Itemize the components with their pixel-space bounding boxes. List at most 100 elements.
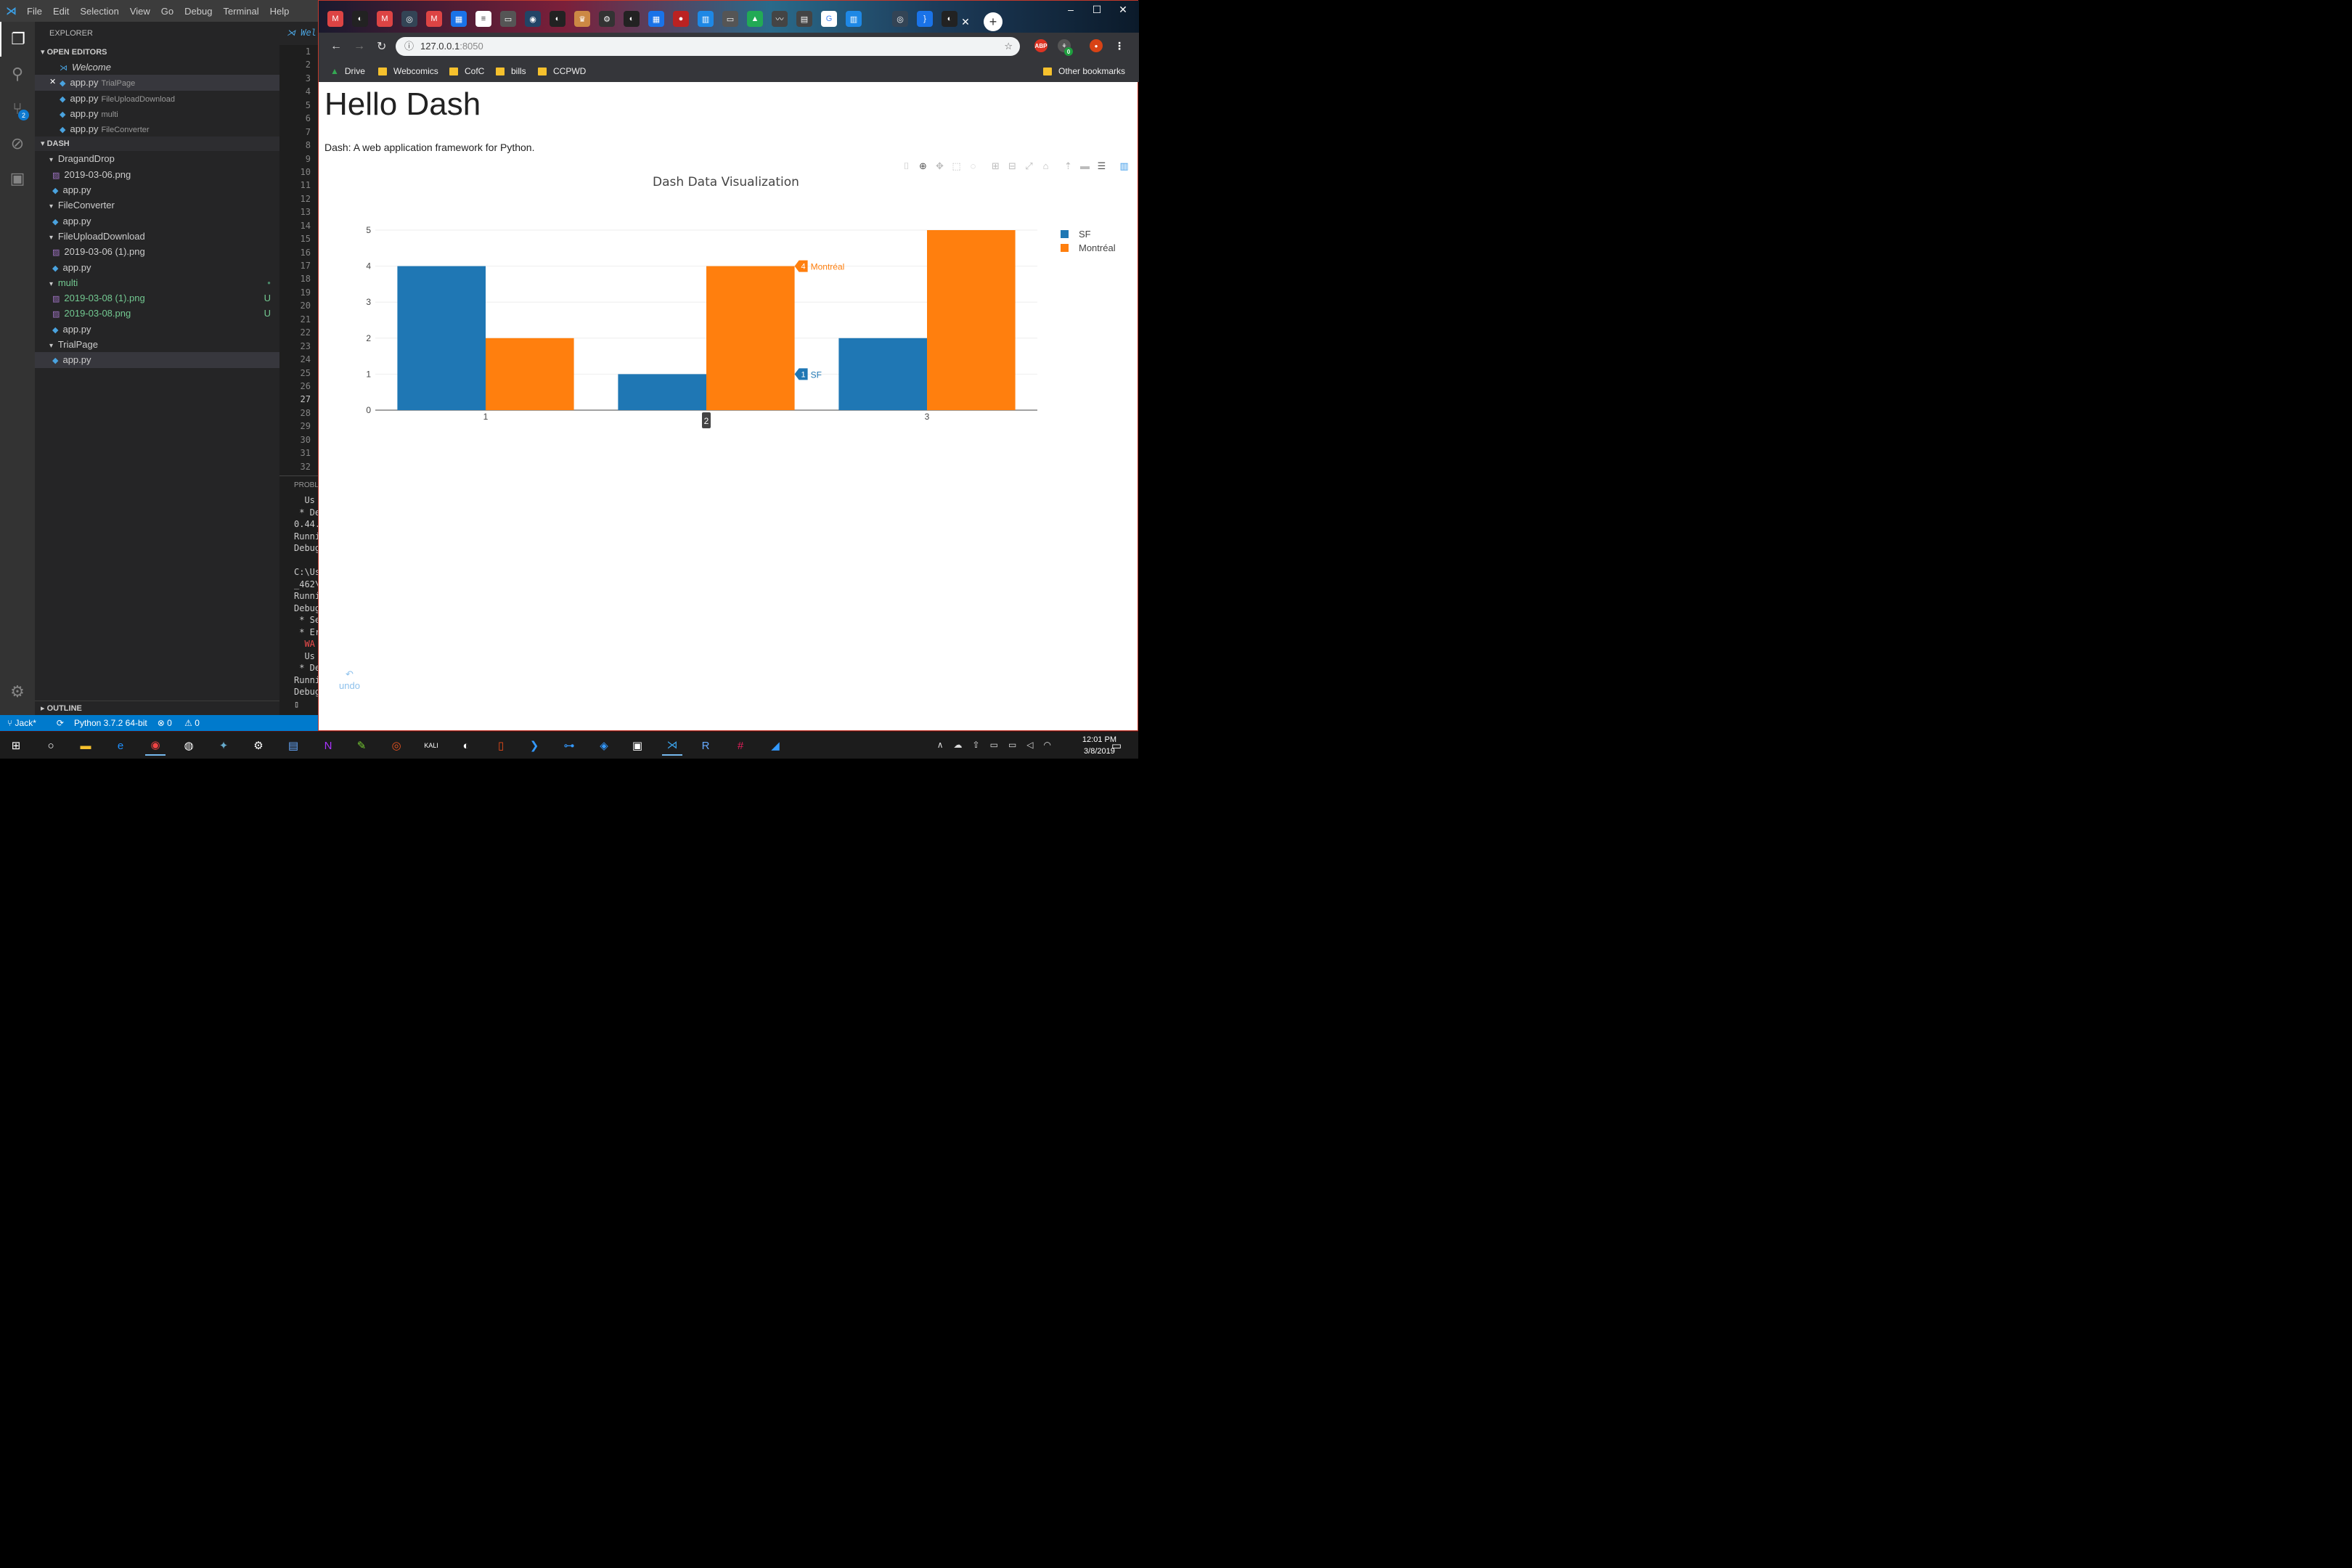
chrome-menu-icon[interactable]: ⋮: [1113, 39, 1126, 52]
vscode-taskbar-icon[interactable]: ⋊: [662, 735, 682, 756]
maximize-icon[interactable]: ☐: [1082, 4, 1111, 16]
profile-avatar[interactable]: ●: [1090, 39, 1103, 52]
explorer-icon[interactable]: ❐: [0, 22, 35, 57]
close-editor-icon[interactable]: ✕: [49, 75, 56, 90]
tray-chevron-icon[interactable]: ∧: [937, 740, 944, 750]
python-interpreter-status[interactable]: Python 3.7.2 64-bit: [74, 718, 147, 728]
open-editor-item[interactable]: ✕ ◆ app.py TrialPage: [35, 75, 279, 91]
cloud-upload-icon[interactable]: ⇧: [973, 740, 980, 750]
sync-icon[interactable]: ⟳: [57, 718, 64, 728]
tree-file[interactable]: ▨ 2019-03-06 (1).png: [35, 244, 279, 259]
github-tab-icon[interactable]: ◐: [942, 11, 957, 27]
undo-button[interactable]: ↶ undo: [339, 669, 360, 691]
app-tab-icon[interactable]: ♛: [574, 11, 590, 27]
open-editor-item[interactable]: ◆ app.py FileUploadDownload: [35, 91, 279, 106]
github-tab-icon[interactable]: ◐: [624, 11, 640, 27]
app-tab-icon[interactable]: ▦: [648, 11, 664, 27]
tree-file[interactable]: ◆ app.py: [35, 352, 279, 368]
menu-go[interactable]: Go: [161, 6, 173, 17]
extensions-icon[interactable]: ▣: [0, 161, 35, 196]
settings-gear-icon[interactable]: ⚙: [0, 674, 35, 709]
app-tab-icon[interactable]: ▦: [451, 11, 467, 27]
bookmark-cofc[interactable]: CofC: [449, 60, 484, 82]
other-bookmarks[interactable]: Other bookmarks: [1043, 60, 1125, 82]
settings-taskbar-icon[interactable]: ⚙: [248, 735, 269, 756]
app-taskbar-icon[interactable]: ✦: [213, 735, 234, 756]
windows-start-icon[interactable]: ⊞: [6, 735, 26, 756]
doc-tab-icon[interactable]: ≡: [475, 11, 491, 27]
drive-tab-icon[interactable]: ▲: [747, 11, 763, 27]
tree-file[interactable]: ▨ 2019-03-06.png: [35, 167, 279, 182]
web-tab-icon[interactable]: ◎: [401, 11, 417, 27]
tree-folder[interactable]: ▾ DragandDrop: [35, 151, 279, 166]
wifi-icon[interactable]: ◠: [1044, 740, 1051, 750]
chart-tab-icon[interactable]: ▥: [846, 11, 862, 27]
terminal-panel[interactable]: PROBL Us * De 0.44. Runni Debug C:\Us _462\ Ru…: [279, 475, 319, 715]
menu-help[interactable]: Help: [270, 6, 290, 17]
r-icon[interactable]: R: [695, 735, 716, 756]
menu-file[interactable]: File: [27, 6, 42, 17]
adblock-plus-icon[interactable]: ABP: [1034, 39, 1048, 52]
source-control-icon[interactable]: ⑂ 2: [0, 91, 35, 126]
onenote-icon[interactable]: N: [318, 735, 338, 756]
app-tab-icon[interactable]: }: [917, 11, 933, 27]
back-icon[interactable]: ←: [330, 40, 342, 53]
edge-icon[interactable]: e: [110, 735, 131, 756]
tree-file[interactable]: ▨ 2019-03-08 (1).png U: [35, 290, 279, 306]
bookmark-ccpwd[interactable]: CCPWD: [538, 60, 586, 82]
settings-tab-icon[interactable]: ⚙: [599, 11, 615, 27]
outline-header[interactable]: ▸ OUTLINE: [35, 701, 279, 715]
notifications-icon[interactable]: ▭: [1106, 735, 1127, 756]
git-branch-status[interactable]: ⑂ Jack*: [7, 718, 46, 728]
address-bar[interactable]: ⓘ 127.0.0.1:8050 ☆: [396, 37, 1020, 56]
gmail-tab-icon[interactable]: M: [327, 11, 343, 27]
menu-edit[interactable]: Edit: [53, 6, 69, 17]
kali-icon[interactable]: KALI: [421, 735, 441, 756]
bar-chart[interactable]: Dash Data Visualization 0 1 2 3 4 5 1 2 3 SF Montré…: [319, 169, 1138, 445]
gmail-tab-icon[interactable]: M: [426, 11, 442, 27]
network-icon[interactable]: ⊶: [559, 735, 579, 756]
tree-folder[interactable]: ▾ multi ●: [35, 275, 279, 290]
editor-tab-welcome[interactable]: ⋊ Wel: [279, 22, 319, 45]
open-editor-item[interactable]: ⋊ Welcome: [35, 60, 279, 75]
cortana-icon[interactable]: ○: [41, 735, 61, 756]
tree-folder[interactable]: ▾ TrialPage: [35, 337, 279, 352]
open-editor-item[interactable]: ◆ app.py multi: [35, 106, 279, 121]
github-tab-icon[interactable]: ◐: [550, 11, 565, 27]
reload-icon[interactable]: ↻: [377, 39, 386, 54]
powershell-icon[interactable]: ❯: [524, 735, 544, 756]
menu-view[interactable]: View: [130, 6, 150, 17]
chart-tab-icon[interactable]: ▥: [698, 11, 714, 27]
new-tab-icon[interactable]: +: [984, 12, 1003, 31]
site-info-icon[interactable]: ⓘ: [404, 37, 414, 56]
wireshark-icon[interactable]: ◢: [765, 735, 785, 756]
close-tab-icon[interactable]: ✕: [957, 14, 973, 30]
bookmark-webcomics[interactable]: Webcomics: [378, 60, 438, 82]
app-taskbar-icon[interactable]: ◈: [594, 735, 614, 756]
gmail-tab-icon[interactable]: M: [377, 11, 393, 27]
file-explorer-icon[interactable]: ▬: [75, 735, 96, 756]
app-taskbar-icon[interactable]: ▣: [627, 735, 648, 756]
tree-file[interactable]: ◆ app.py: [35, 322, 279, 337]
open-editor-item[interactable]: ◆ app.py FileConverter: [35, 121, 279, 136]
app-taskbar-icon[interactable]: ▤: [283, 735, 303, 756]
onedrive-icon[interactable]: ☁: [954, 740, 963, 750]
globe-tab-icon[interactable]: ◉: [525, 11, 541, 27]
window-close-icon[interactable]: ✕: [1108, 4, 1138, 16]
tree-file[interactable]: ▨ 2019-03-08.png U: [35, 306, 279, 321]
github-tab-icon[interactable]: ◐: [352, 11, 368, 27]
bookmark-drive[interactable]: ▲ Drive: [330, 60, 365, 82]
forward-icon[interactable]: →: [354, 40, 365, 53]
project-header[interactable]: ▾ DASH: [35, 136, 279, 152]
page-tab-icon[interactable]: ▭: [722, 11, 738, 27]
battery-icon[interactable]: ▭: [1008, 740, 1016, 750]
problems-status[interactable]: ⊗ 0 ⚠ 0: [158, 718, 210, 728]
minimize-icon[interactable]: –: [1056, 4, 1085, 15]
ubuntu-icon[interactable]: ◎: [386, 735, 407, 756]
tree-folder[interactable]: ▾ FileUploadDownload: [35, 229, 279, 244]
app-tab-icon[interactable]: 〰: [772, 11, 788, 27]
menu-terminal[interactable]: Terminal: [223, 6, 258, 17]
menu-selection[interactable]: Selection: [80, 6, 118, 17]
menu-debug[interactable]: Debug: [184, 6, 212, 17]
steam-icon[interactable]: ◍: [179, 735, 199, 756]
